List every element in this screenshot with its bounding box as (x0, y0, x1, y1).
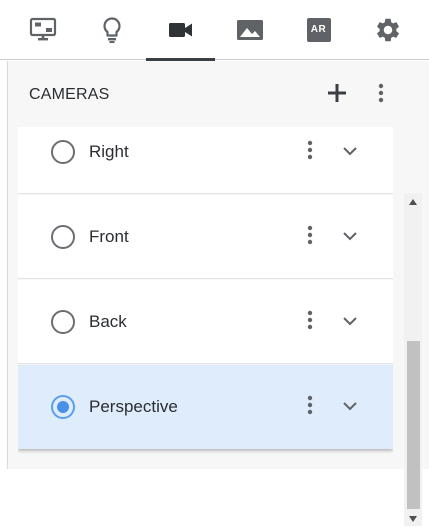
chevron-down-icon (342, 313, 358, 331)
triangle-down-icon (409, 509, 417, 527)
tab-settings[interactable] (353, 0, 422, 60)
camera-more-button[interactable] (300, 221, 320, 253)
tab-lights[interactable] (77, 0, 146, 60)
plus-icon (327, 83, 347, 108)
tab-backgrounds[interactable] (215, 0, 284, 60)
camera-item-front[interactable]: Front (18, 195, 393, 279)
toolbar: AR (0, 0, 429, 61)
camera-list: Right Front Back Perspective (18, 127, 393, 512)
chevron-down-icon (342, 228, 358, 246)
cameras-panel: CAMERAS Right Front Back Perspective (7, 61, 429, 526)
more-vertical-icon (307, 395, 313, 420)
chevron-down-icon (342, 398, 358, 416)
camera-expand-button[interactable] (338, 221, 362, 253)
camera-label: Back (89, 312, 127, 331)
camera-more-button[interactable] (300, 391, 320, 423)
camera-more-button[interactable] (300, 136, 320, 168)
camera-radio-right[interactable] (51, 140, 75, 164)
chevron-down-icon (342, 143, 358, 161)
camera-expand-button[interactable] (338, 306, 362, 338)
camera-radio-back[interactable] (51, 310, 75, 334)
camera-label: Front (89, 227, 129, 246)
camera-radio-front[interactable] (51, 225, 75, 249)
more-vertical-icon (307, 310, 313, 335)
gear-icon (374, 16, 402, 44)
tab-display-settings[interactable] (8, 0, 77, 60)
camera-expand-button[interactable] (338, 391, 362, 423)
ar-icon: AR (306, 18, 331, 42)
display-settings-icon (29, 17, 57, 43)
scrollbar[interactable] (404, 193, 422, 526)
triangle-up-icon (409, 192, 417, 210)
more-vertical-icon (307, 225, 313, 250)
panel-header: CAMERAS (8, 61, 429, 127)
camera-item-perspective[interactable]: Perspective (18, 365, 393, 449)
tab-cameras[interactable] (146, 0, 215, 61)
light-bulb-icon (101, 16, 123, 44)
ar-icon-label: AR (310, 24, 327, 35)
camera-item-back[interactable]: Back (18, 280, 393, 364)
image-icon (236, 18, 264, 42)
more-vertical-icon (307, 140, 313, 165)
video-camera-icon (168, 20, 194, 40)
scroll-thumb[interactable] (407, 341, 420, 509)
panel-more-button[interactable] (365, 79, 397, 111)
camera-expand-button[interactable] (338, 136, 362, 168)
scroll-up-button[interactable] (404, 193, 422, 209)
camera-radio-perspective[interactable] (51, 395, 75, 419)
camera-list-area: Right Front Back Perspective (8, 127, 429, 526)
more-vertical-icon (378, 83, 384, 108)
scroll-down-button[interactable] (404, 510, 422, 526)
tab-ar[interactable]: AR (284, 0, 353, 60)
camera-label: Right (89, 142, 129, 161)
camera-more-button[interactable] (300, 306, 320, 338)
camera-item-right[interactable]: Right (18, 127, 393, 194)
camera-label: Perspective (89, 397, 178, 416)
panel-title: CAMERAS (29, 86, 110, 103)
add-camera-button[interactable] (321, 79, 353, 111)
